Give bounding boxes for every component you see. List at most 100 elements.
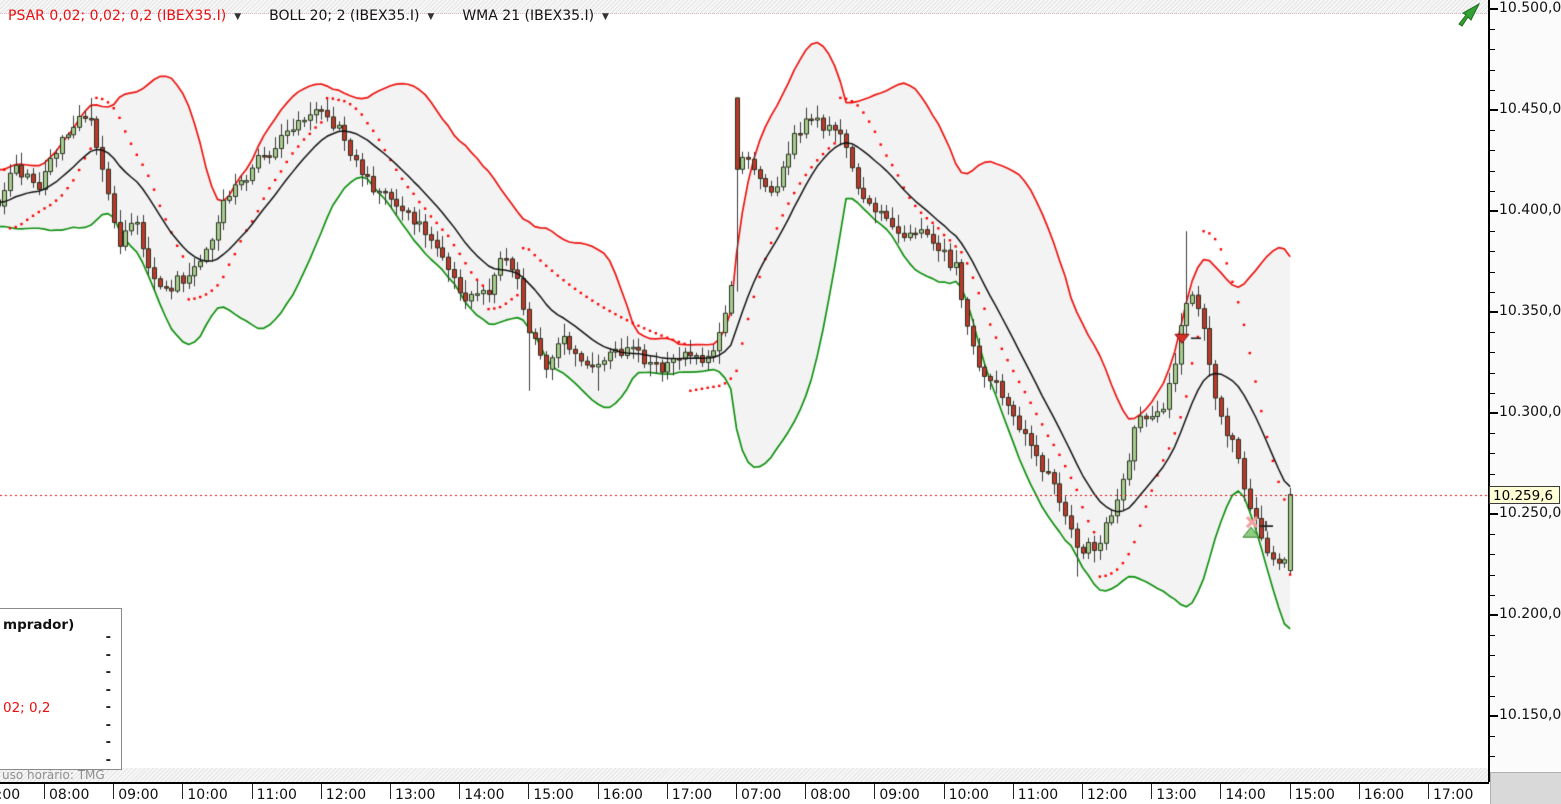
price-tick-major: [1490, 109, 1498, 111]
indicator-psar[interactable]: PSAR 0,02; 0,02; 0,2 (IBEX35.I) ▼: [8, 8, 241, 24]
time-tick: [1358, 784, 1360, 799]
time-tick: [182, 784, 184, 799]
time-tick: [459, 784, 461, 799]
time-tick: [736, 784, 737, 799]
price-axis-label: 10.150,0: [1499, 707, 1561, 723]
legend-dash: -: [105, 752, 111, 768]
legend-dash: -: [105, 647, 111, 663]
price-tick-major: [1490, 311, 1498, 313]
legend-dash: -: [105, 717, 111, 733]
price-tick-minor: [1490, 29, 1495, 31]
price-tick-major: [1490, 513, 1498, 515]
price-tick-minor: [1490, 170, 1495, 172]
bottom-texture-strip: uso horário: TMG: [0, 768, 1489, 782]
legend-dash: -: [105, 735, 111, 750]
time-axis-label: 08:00: [49, 787, 90, 803]
time-tick: [943, 784, 945, 799]
trading-chart-window: PSAR 0,02; 0,02; 0,2 (IBEX35.I) ▼ BOLL 2…: [0, 0, 1561, 804]
time-axis-label: 07:00: [741, 787, 782, 803]
indicator-bar: PSAR 0,02; 0,02; 0,2 (IBEX35.I) ▼ BOLL 2…: [8, 8, 609, 24]
time-axis-label: 15:00: [533, 787, 574, 803]
legend-title: mprador): [3, 617, 75, 633]
time-tick: [251, 784, 253, 799]
price-tick-minor: [1490, 69, 1495, 71]
time-axis-label: 10:00: [187, 787, 228, 803]
time-axis-label: 17:00: [1433, 787, 1474, 803]
price-axis[interactable]: 10.500,0 10.450,0 10.400,0 10.350,0 10.300,0…: [1488, 0, 1561, 782]
price-tick-minor: [1490, 736, 1495, 738]
time-tick: [1012, 784, 1014, 799]
indicator-wma[interactable]: WMA 21 (IBEX35.I) ▼: [462, 8, 609, 24]
price-tick-minor: [1490, 554, 1495, 556]
price-tick-minor: [1490, 49, 1495, 51]
time-tick: [666, 784, 668, 799]
time-tick: [805, 784, 807, 799]
time-tick: [597, 784, 599, 799]
price-tick-minor: [1490, 534, 1495, 536]
time-axis-label: 11:00: [256, 787, 297, 803]
price-tick-minor: [1490, 130, 1495, 132]
price-tick-major: [1490, 715, 1498, 717]
time-axis-label: 14:00: [1225, 787, 1266, 803]
price-tick-minor: [1490, 372, 1495, 374]
price-tick-minor: [1490, 635, 1495, 637]
chevron-down-icon[interactable]: ▼: [602, 10, 609, 22]
price-tick-minor: [1490, 150, 1495, 152]
legend-dash-column: - - - - - - - -: [106, 629, 111, 769]
time-tick: [320, 784, 322, 799]
time-axis[interactable]: 07:00 08:00 09:00 10:00 11:00 12:00 13:00 14:00…: [0, 782, 1489, 804]
time-tick: [1151, 784, 1153, 799]
price-tick-minor: [1490, 675, 1495, 677]
price-tick-major: [1490, 210, 1498, 212]
legend-dash: -: [105, 682, 111, 698]
price-tick-minor: [1490, 190, 1495, 192]
time-axis-label: 09:00: [879, 787, 920, 803]
legend-dash: -: [105, 700, 111, 715]
legend-psar-setting: 02; 0,2: [3, 700, 51, 716]
price-tick-minor: [1490, 332, 1495, 334]
price-tick-minor: [1490, 291, 1495, 293]
indicator-boll-label: BOLL 20; 2 (IBEX35.I): [269, 8, 420, 24]
time-axis-label: 11:00: [1017, 787, 1059, 803]
time-axis-label: 12:00: [1087, 787, 1128, 803]
time-tick: [1082, 784, 1083, 799]
time-tick: [1428, 784, 1429, 799]
price-axis-label: 10.450,0: [1499, 101, 1561, 117]
price-tick-minor: [1490, 271, 1495, 273]
price-chart-canvas[interactable]: [0, 0, 1488, 782]
price-tick-minor: [1490, 231, 1495, 233]
axis-corner-box: [1490, 772, 1561, 804]
price-tick-minor: [1490, 392, 1495, 394]
price-tick-minor: [1490, 695, 1495, 697]
time-axis-label: 13:00: [395, 787, 436, 803]
indicator-wma-label: WMA 21 (IBEX35.I): [462, 8, 595, 24]
price-axis-label: 10.350,0: [1499, 303, 1561, 319]
time-tick: [528, 784, 530, 799]
time-axis-label: 17:00: [671, 787, 713, 803]
legend-dash: -: [105, 630, 111, 645]
trend-arrow-icon: [1457, 2, 1483, 28]
time-tick: [390, 784, 391, 799]
legend-dash: -: [105, 665, 111, 680]
time-tick: [1289, 784, 1291, 799]
price-tick-minor: [1490, 352, 1495, 354]
timezone-note: uso horário: TMG: [2, 768, 105, 782]
price-tick-major: [1490, 614, 1498, 616]
price-axis-label: 10.500,0: [1499, 0, 1561, 16]
price-axis-label: 10.200,0: [1499, 606, 1561, 622]
indicator-boll[interactable]: BOLL 20; 2 (IBEX35.I) ▼: [269, 8, 434, 24]
price-tick-minor: [1490, 574, 1495, 576]
chevron-down-icon[interactable]: ▼: [234, 10, 241, 22]
chevron-down-icon[interactable]: ▼: [427, 10, 434, 22]
time-axis-label: 13:00: [1156, 787, 1197, 803]
legend-box: mprador) 02; 0,2 - - - - - - - -: [0, 608, 122, 770]
time-axis-label: 08:00: [810, 787, 851, 803]
time-axis-label: 09:00: [118, 787, 159, 803]
time-axis-label: 16:00: [602, 787, 643, 803]
time-axis-label: 15:00: [1294, 787, 1335, 803]
price-axis-label: 10.300,0: [1499, 404, 1561, 420]
price-tick-minor: [1490, 655, 1495, 657]
price-tick-minor: [1490, 594, 1495, 596]
time-tick: [113, 784, 115, 799]
price-tick-minor: [1490, 473, 1495, 475]
